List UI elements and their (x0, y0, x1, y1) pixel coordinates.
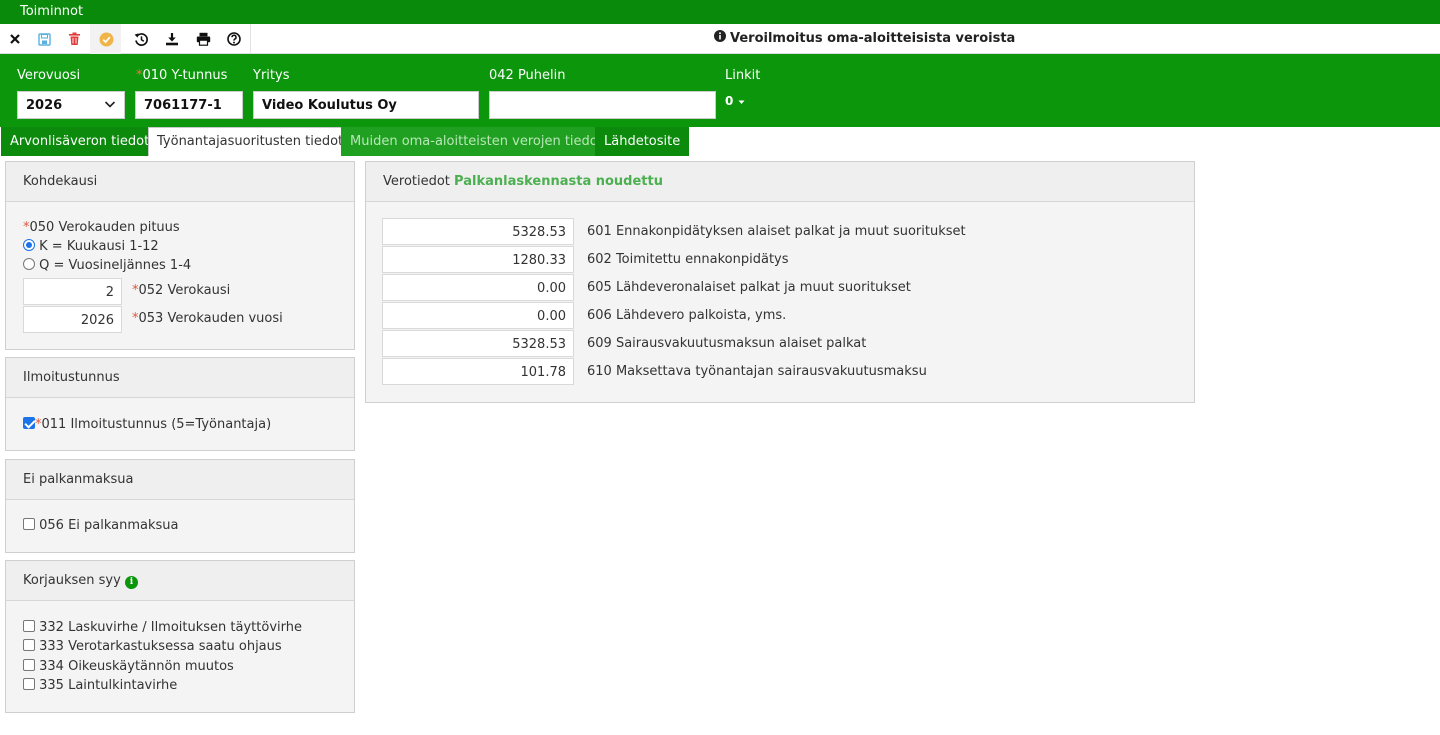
korjaus-checkbox-332[interactable] (23, 620, 35, 632)
korjaus-label-332: 332 Laskuvirhe / Ilmoituksen täyttövirhe (39, 620, 302, 635)
print-icon[interactable] (190, 27, 216, 51)
save-icon[interactable] (31, 27, 57, 51)
yritys-field[interactable]: Video Koulutus Oy (253, 91, 479, 119)
page-title-text: Veroilmoitus oma-aloitteisista veroista (730, 30, 1016, 46)
ilmoitustunnus-title: Ilmoitustunnus (6, 358, 354, 398)
row-601-value[interactable]: 5328.53 (382, 218, 574, 245)
korjaus-checkbox-333[interactable] (23, 639, 35, 651)
verokausi-label: 052 Verokausi (138, 283, 231, 298)
delete-icon[interactable] (61, 27, 87, 51)
verovuosi-select[interactable]: 2026 (17, 91, 125, 119)
row-602-value[interactable]: 1280.33 (382, 246, 574, 273)
korjaus-label-334: 334 Oikeuskäytännön muutos (39, 659, 234, 674)
korjaus-option-334[interactable]: 334 Oikeuskäytännön muutos (23, 659, 234, 674)
linkit-label: Linkit (725, 68, 761, 83)
ei-palkanmaksua-panel: Ei palkanmaksua 056 Ei palkanmaksua (5, 459, 355, 553)
yritys-label: Yritys (253, 68, 290, 83)
korjaus-checkbox-335[interactable] (23, 678, 35, 690)
tab-bar: Arvonlisäveron tiedot Työnantajasuoritus… (0, 127, 1440, 156)
korjaus-option-333[interactable]: 333 Verotarkastuksessa saatu ohjaus (23, 639, 282, 654)
history-icon[interactable] (128, 27, 154, 51)
close-icon[interactable] (2, 27, 28, 51)
pituus-label-wrap: *050 Verokauden pituus (23, 220, 180, 235)
chevron-down-icon (104, 98, 116, 114)
vuosi-label-wrap: *053 Verokauden vuosi (132, 311, 283, 326)
korjaus-title: Korjauksen syy (23, 573, 121, 588)
verotiedot-title: Verotiedot (383, 174, 450, 189)
tab-lahdetosite[interactable]: Lähdetosite (595, 127, 690, 156)
ei-palkanmaksua-option[interactable]: 056 Ei palkanmaksua (23, 518, 179, 533)
ilmoitustunnus-checkbox[interactable] (23, 417, 35, 429)
korjaus-label-335: 335 Laintulkintavirhe (39, 678, 178, 693)
verokausi-label-wrap: *052 Verokausi (132, 283, 230, 298)
row-605-label: 605 Lähdeveronalaiset palkat ja muut suo… (587, 280, 911, 295)
verovuosi-value: 2026 (26, 98, 63, 113)
verotiedot-header: Verotiedot Palkanlaskennasta noudettu (366, 162, 1194, 202)
korjaus-checkbox-334[interactable] (23, 659, 35, 671)
download-icon[interactable] (159, 27, 185, 51)
row-606-label: 606 Lähdevero palkoista, yms. (587, 308, 787, 323)
tab-tyonantajasuoritukset[interactable]: Työnantajasuoritusten tiedot (148, 127, 353, 156)
korjaus-label-333: 333 Verotarkastuksessa saatu ohjaus (39, 639, 282, 654)
menu-toiminnot[interactable]: Toiminnot (20, 4, 83, 19)
tab-muut-verot[interactable]: Muiden oma-aloitteisten verojen tiedot (341, 127, 612, 156)
ytunnus-label-wrap: *010 Y-tunnus (136, 68, 227, 83)
radio-k-label: K = Kuukausi 1-12 (39, 239, 159, 254)
linkit-dropdown[interactable]: 0 (725, 94, 745, 108)
info-icon[interactable]: i (124, 576, 138, 589)
radio-option-q[interactable]: Q = Vuosineljännes 1-4 (23, 258, 191, 273)
row-605-value[interactable]: 0.00 (382, 274, 574, 301)
row-610-value[interactable]: 101.78 (382, 358, 574, 385)
caret-down-icon (738, 94, 745, 108)
verotiedot-status: Palkanlaskennasta noudettu (454, 174, 663, 189)
radio-option-k[interactable]: K = Kuukausi 1-12 (23, 239, 159, 254)
korjaus-panel: Korjauksen syy i 332 Laskuvirhe / Ilmoit… (5, 560, 355, 713)
vuosi-label: 053 Verokauden vuosi (138, 311, 283, 326)
verotiedot-panel: Verotiedot Palkanlaskennasta noudettu 53… (365, 161, 1195, 403)
ilmoitustunnus-panel: Ilmoitustunnus *011 Ilmoitustunnus (5=Ty… (5, 357, 355, 451)
ytunnus-label: 010 Y-tunnus (142, 68, 228, 83)
header-bar: Verovuosi 2026 *010 Y-tunnus 7061177-1 Y… (0, 54, 1440, 127)
radio-q-label: Q = Vuosineljännes 1-4 (39, 258, 192, 273)
tab-arvonlisavero[interactable]: Arvonlisäveron tiedot (1, 127, 159, 156)
ei-palkanmaksua-title: Ei palkanmaksua (6, 460, 354, 500)
radio-q[interactable] (23, 258, 35, 270)
ilmoitustunnus-label: 011 Ilmoitustunnus (5=Työnantaja) (41, 417, 272, 432)
kohdekausi-title: Kohdekausi (6, 162, 354, 202)
row-609-value[interactable]: 5328.53 (382, 330, 574, 357)
verovuosi-label: Verovuosi (17, 68, 81, 83)
row-602-label: 602 Toimitettu ennakonpidätys (587, 252, 789, 267)
help-icon[interactable] (221, 27, 247, 51)
puhelin-field[interactable] (489, 91, 716, 119)
ilmoitustunnus-option[interactable]: *011 Ilmoitustunnus (5=Työnantaja) (23, 417, 271, 432)
toolbar: Veroilmoitus oma-aloitteisista veroista (0, 24, 1440, 54)
row-606-value[interactable]: 0.00 (382, 302, 574, 329)
pituus-label: 050 Verokauden pituus (29, 220, 180, 235)
row-610-label: 610 Maksettava työnantajan sairausvakuut… (587, 364, 927, 379)
korjaus-header: Korjauksen syy i (6, 561, 354, 601)
approve-icon[interactable] (93, 27, 119, 51)
korjaus-option-335[interactable]: 335 Laintulkintavirhe (23, 678, 177, 693)
page-title: Veroilmoitus oma-aloitteisista veroista (714, 30, 1015, 46)
puhelin-label: 042 Puhelin (489, 68, 566, 83)
info-icon (714, 30, 726, 46)
toolbar-separator (250, 24, 251, 54)
row-601-label: 601 Ennakonpidätyksen alaiset palkat ja … (587, 224, 966, 239)
ytunnus-field[interactable]: 7061177-1 (135, 91, 243, 119)
linkit-value: 0 (725, 94, 734, 108)
vuosi-input[interactable]: 2026 (23, 306, 122, 333)
radio-k[interactable] (23, 239, 35, 251)
row-609-label: 609 Sairausvakuutusmaksun alaiset palkat (587, 336, 867, 351)
ei-palkanmaksua-checkbox[interactable] (23, 518, 35, 530)
kohdekausi-panel: Kohdekausi *050 Verokauden pituus K = Ku… (5, 161, 355, 350)
korjaus-option-332[interactable]: 332 Laskuvirhe / Ilmoituksen täyttövirhe (23, 620, 302, 635)
verokausi-input[interactable]: 2 (23, 278, 122, 305)
ei-palkanmaksua-label: 056 Ei palkanmaksua (39, 518, 179, 533)
menubar: Toiminnot (0, 0, 1440, 24)
